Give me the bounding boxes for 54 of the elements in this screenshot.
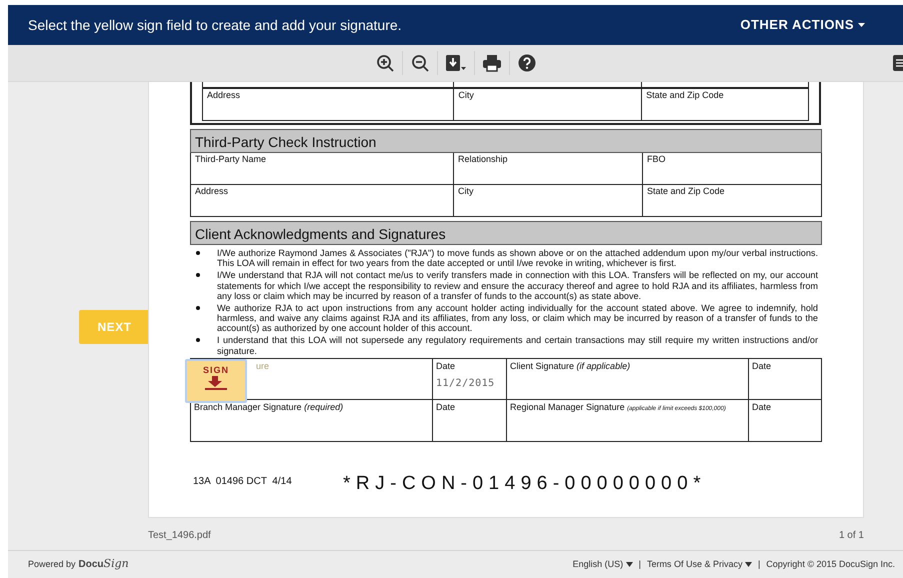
- download-arrow-icon: [205, 376, 227, 390]
- signature-field-label: Client Signature (if applicable): [510, 360, 630, 371]
- form-field-label: Third-Party Name: [191, 153, 454, 184]
- brand-logo-text: Docu: [78, 559, 104, 572]
- sign-tab-label: SIGN: [202, 366, 229, 376]
- zoom-out-icon[interactable]: [410, 54, 428, 72]
- acknowledgment-text: I/We authorize Raymond James & Associates ("RJA") to move funds as shown above or on the attached addendum upon my/our verbal instructions. This LOA will remain in effect for two years from the date accepted or until I/we revoke in writing, whichever is first.: [217, 248, 818, 268]
- caret-icon: [858, 22, 865, 28]
- page-count: 1 of 1: [838, 529, 864, 543]
- form-field-label: State and Zip Code: [645, 89, 725, 102]
- file-name: Test_1496.pdf: [148, 529, 211, 543]
- separator: |: [758, 558, 760, 571]
- download-icon[interactable]: [446, 54, 466, 72]
- signature-field-label: Date: [436, 360, 456, 371]
- powered-by-text: Powered by: [28, 558, 76, 572]
- bullet-icon: [196, 338, 200, 342]
- form-field-label: City: [454, 185, 643, 216]
- signature-field-label: Regional Manager Signature: [510, 402, 625, 412]
- copyright-text: Copyright © 2015 DocuSign Inc.: [766, 558, 895, 571]
- acknowledgment-text: I/We understand that RJA will not contact me/us to verify transfers made in connection with this LOA. Transfers will be reflected on my, our account statements for which I/we accept the responsibility to review and ensure the accuracy thereof and agree to hold RJA and its affiliates, harmless from any loss or claim which may be incurred by reason of a transfer of funds to the account(s) as state above.: [217, 270, 818, 301]
- bullet-icon: [196, 251, 200, 255]
- other-actions-menu[interactable]: OTHER ACTIONS: [740, 15, 865, 35]
- printer-icon[interactable]: [482, 54, 500, 72]
- separator: |: [638, 558, 641, 571]
- form-field-label: Address: [203, 89, 454, 120]
- instruction-message: Select the yellow sign field to create and add your signature.: [28, 16, 402, 35]
- form-field-label: Address: [191, 185, 454, 216]
- terms-link[interactable]: Terms Of Use & Privacy: [646, 558, 752, 572]
- caret-icon: [626, 562, 633, 567]
- barcode-text: *RJ-CON-01496-00000000*: [343, 474, 706, 493]
- document-list-icon[interactable]: [893, 55, 903, 71]
- form-code: 13A 01496 DCT 4/14: [193, 474, 293, 489]
- form-field-label: City: [454, 89, 642, 120]
- form-field-label: Relationship: [454, 153, 643, 184]
- caret-icon: [744, 562, 752, 567]
- form-field-label: State and Zip Code: [646, 185, 726, 198]
- date-value: 11/2/2015: [436, 378, 496, 389]
- signature-field-label: ure: [256, 362, 270, 372]
- bullet-icon: [196, 273, 200, 278]
- form-field-label: FBO: [646, 153, 667, 166]
- sign-here-tab[interactable]: SIGN: [185, 358, 247, 403]
- bullet-icon: [196, 306, 200, 310]
- section-heading: Client Acknowledgments and Signatures: [190, 221, 822, 245]
- signature-field-label: Branch Manager Signature (required): [194, 402, 344, 412]
- acknowledgment-text: I understand that this LOA will not supersede any regulatory requirements and certain transactions may still require my written instructions and/or signature.: [217, 335, 818, 356]
- signature-field-label: Date: [752, 402, 772, 412]
- section-heading: Third-Party Check Instruction: [190, 129, 822, 153]
- signature-field-label: Date: [752, 360, 772, 371]
- signature-field-label: Date: [436, 402, 456, 412]
- language-selector[interactable]: English (US): [572, 558, 633, 572]
- help-icon[interactable]: [518, 54, 536, 72]
- acknowledgment-text: We authorize RJA to act upon instructions from any account holder acting individually for the account stated above. We agree to indemnify, hold harmless, and waive any claims against RJA and its affiliates, from any loss, or claim which may be incurred by reason of a transfer of funds to the account(s) as authorized by one account holder of this account.: [217, 302, 818, 334]
- brand-logo-script: Sign: [104, 556, 129, 572]
- zoom-in-icon[interactable]: [376, 54, 394, 72]
